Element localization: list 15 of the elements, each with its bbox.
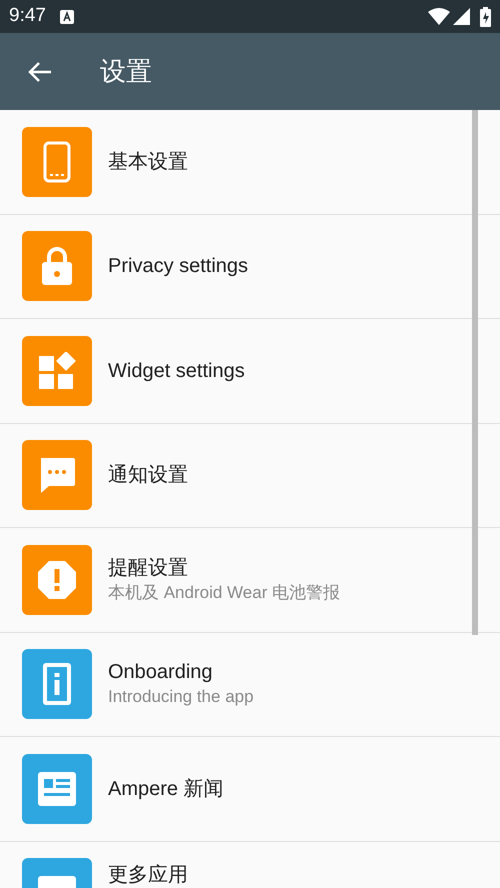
- item-title: 提醒设置: [108, 556, 189, 581]
- item-subtitle: Introducing the app: [108, 686, 254, 708]
- item-title: Onboarding: [108, 660, 214, 686]
- item-title: Privacy settings: [108, 254, 248, 280]
- settings-item[interactable]: 更多应用: [0, 842, 500, 888]
- item-subtitle: 本机及 Android Wear 电池警报: [108, 582, 340, 604]
- item-title: 更多应用: [108, 864, 188, 886]
- status-time: 9:47: [9, 4, 46, 28]
- item-title: 基本设置: [108, 150, 188, 175]
- app-bar-title: 设置: [100, 55, 152, 88]
- item-title: 通知设置: [108, 463, 188, 488]
- item-title: Ampere 新闻: [108, 776, 224, 802]
- settings-item[interactable]: Ampere 新闻: [0, 737, 500, 842]
- item-title: Widget settings: [108, 358, 245, 384]
- settings-item[interactable]: Onboarding Introducing the app: [0, 632, 500, 737]
